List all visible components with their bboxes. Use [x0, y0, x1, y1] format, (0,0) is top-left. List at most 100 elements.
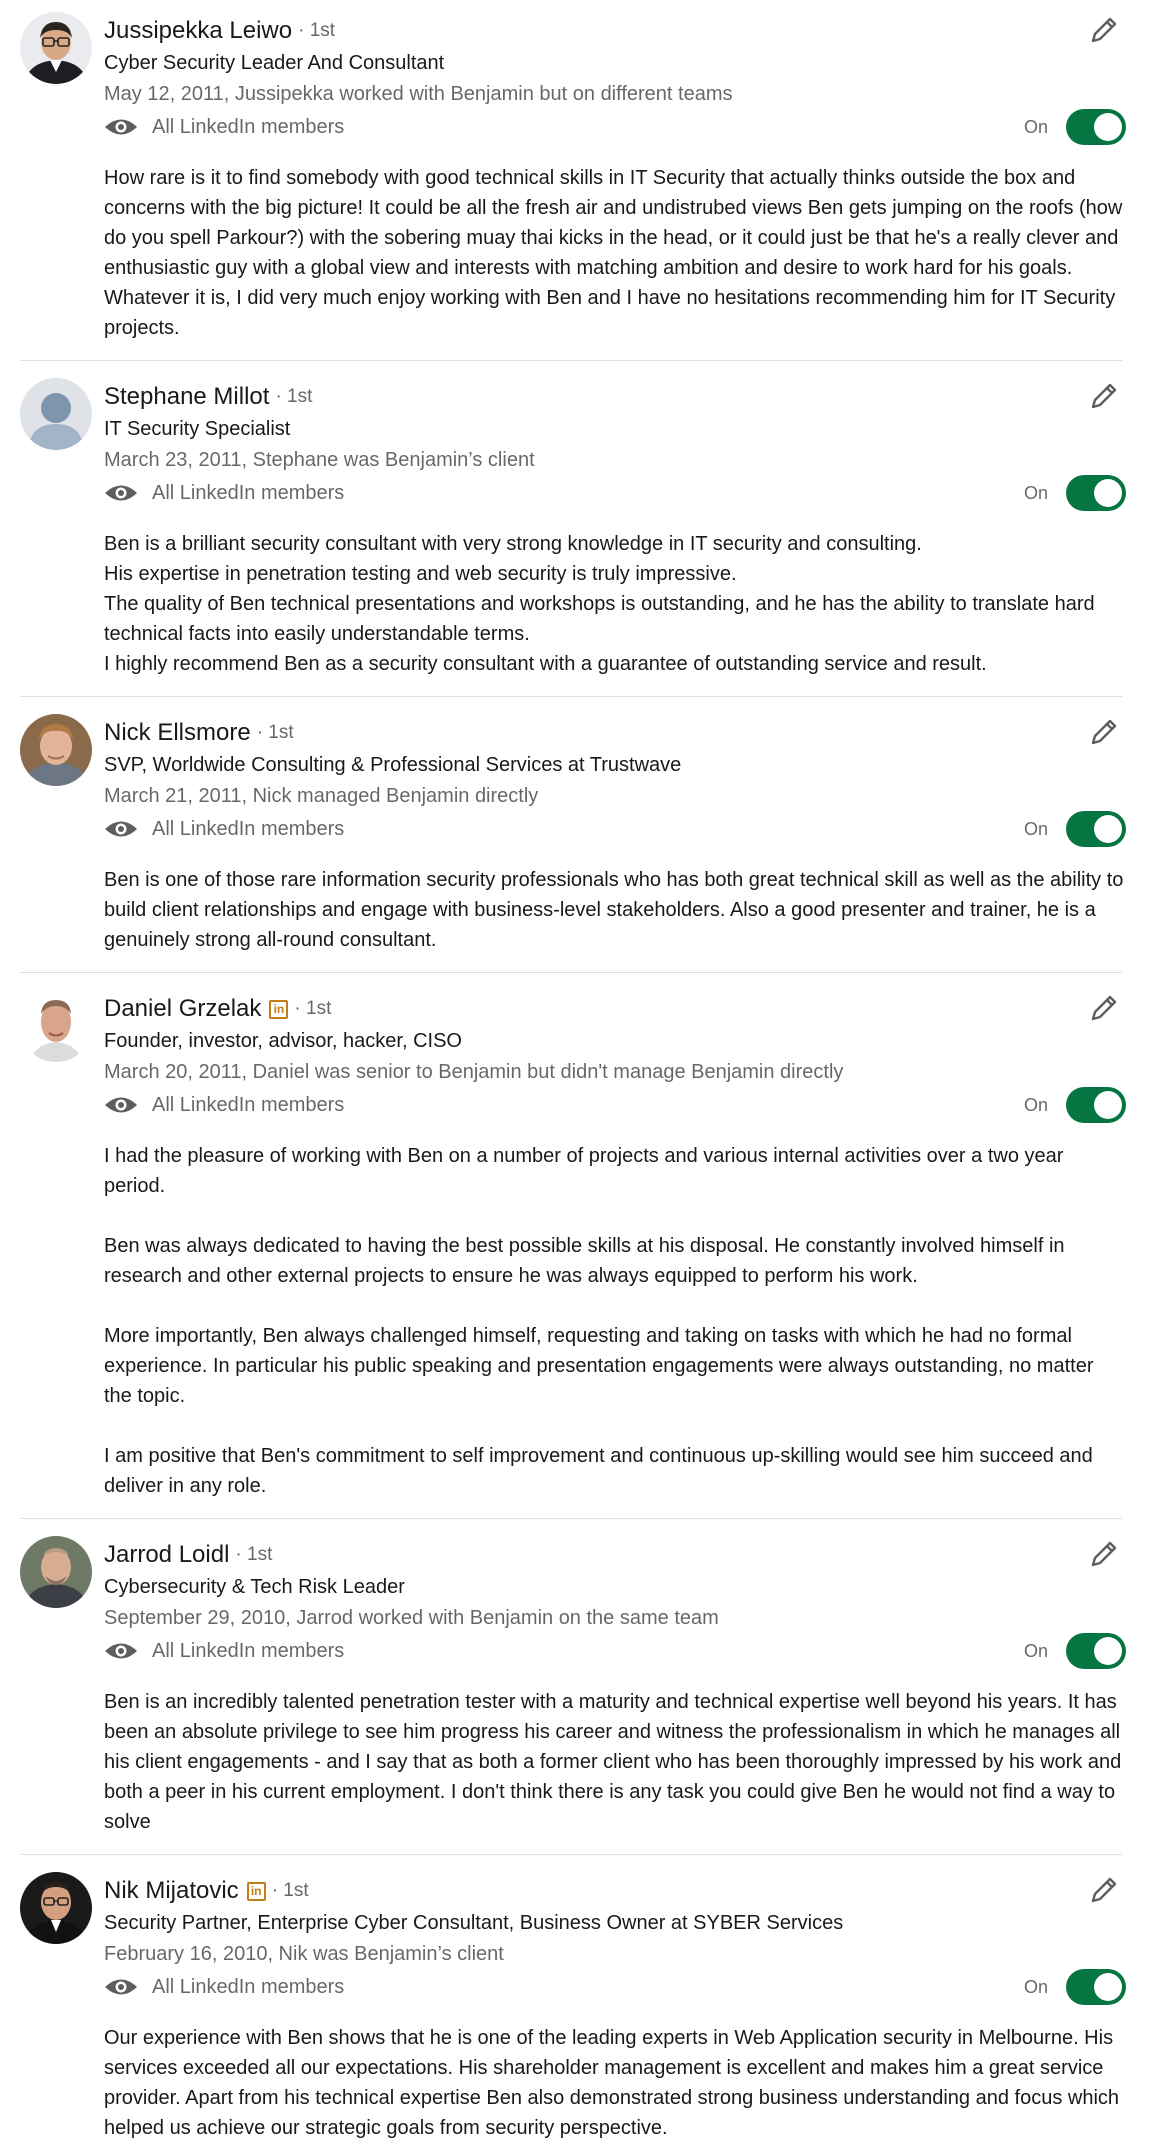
- visibility-toggle-row: On: [1024, 1968, 1127, 2006]
- visibility-toggle[interactable]: [1066, 109, 1127, 145]
- divider: [20, 360, 1122, 361]
- edit-button[interactable]: [1086, 990, 1122, 1026]
- pencil-icon: [1091, 995, 1117, 1021]
- recommender-name[interactable]: Nik Mijatovic: [104, 1877, 239, 1905]
- name-row: Stephane Millot · 1st: [104, 380, 312, 414]
- visibility-toggle[interactable]: [1066, 1087, 1127, 1123]
- pencil-icon: [1091, 1877, 1117, 1903]
- toggle-label: On: [1024, 1640, 1049, 1661]
- visibility-row: All LinkedIn members: [104, 1634, 344, 1668]
- name-row: Jarrod Loidl · 1st: [104, 1538, 272, 1572]
- divider: [20, 1518, 1122, 1519]
- eye-icon: [105, 485, 137, 501]
- toggle-knob: [1094, 1637, 1123, 1665]
- visibility-toggle[interactable]: [1066, 475, 1127, 511]
- eye-icon: [105, 119, 137, 135]
- recommendation-text: Our experience with Ben shows that he is…: [104, 2027, 1120, 2139]
- recommender-name[interactable]: Jarrod Loidl: [104, 1541, 229, 1569]
- name-row: Nick Ellsmore · 1st: [104, 716, 294, 750]
- visibility-text: All LinkedIn members: [152, 1975, 345, 1998]
- name-row: Nik Mijatovic in · 1st: [104, 1874, 309, 1908]
- toggle-label: On: [1024, 818, 1049, 839]
- eye-icon: [105, 1097, 137, 1113]
- eye-icon: [105, 1979, 137, 1995]
- connection-degree: · 1st: [298, 20, 336, 41]
- recommender-headline: Cybersecurity & Tech Risk Leader: [104, 1576, 405, 1598]
- name-row: Daniel Grzelak in · 1st: [104, 992, 331, 1026]
- recommendation-text: Ben is an incredibly talented penetratio…: [104, 1691, 1122, 1833]
- recommender-headline: Security Partner, Enterprise Cyber Consu…: [104, 1912, 844, 1934]
- recommendation-text: How rare is it to find somebody with goo…: [104, 167, 1123, 339]
- recommendation-text: I had the pleasure of working with Ben o…: [104, 1145, 1094, 1497]
- visibility-text: All LinkedIn members: [152, 817, 345, 840]
- recommender-headline: Founder, investor, advisor, hacker, CISO: [104, 1030, 462, 1052]
- pencil-icon: [1091, 17, 1117, 43]
- avatar[interactable]: [20, 990, 92, 1062]
- visibility-text: All LinkedIn members: [152, 1639, 345, 1662]
- visibility-text: All LinkedIn members: [152, 115, 345, 138]
- connection-degree: · 1st: [294, 998, 332, 1019]
- visibility-row: All LinkedIn members: [104, 476, 344, 510]
- toggle-knob: [1094, 479, 1123, 507]
- toggle-knob: [1094, 113, 1123, 141]
- recommendation-text: Ben is a brilliant security consultant w…: [104, 533, 1095, 675]
- recommender-headline: SVP, Worldwide Consulting & Professional…: [104, 754, 682, 776]
- edit-button[interactable]: [1086, 12, 1122, 48]
- visibility-toggle-row: On: [1024, 1632, 1127, 1670]
- relationship-text: February 16, 2010, Nik was Benjamin’s cl…: [104, 1943, 504, 1965]
- visibility-toggle-row: On: [1024, 810, 1127, 848]
- name-row: Jussipekka Leiwo · 1st: [104, 14, 335, 48]
- avatar[interactable]: [20, 1872, 92, 1944]
- connection-degree: · 1st: [256, 722, 294, 743]
- connection-degree: · 1st: [235, 1544, 273, 1565]
- eye-icon: [105, 821, 137, 837]
- recommender-name[interactable]: Stephane Millot: [104, 383, 269, 411]
- relationship-text: March 23, 2011, Stephane was Benjamin’s …: [104, 449, 535, 471]
- recommendation-text: Ben is one of those rare information sec…: [104, 869, 1124, 951]
- pencil-icon: [1091, 1541, 1117, 1567]
- pencil-icon: [1091, 383, 1117, 409]
- recommender-name[interactable]: Jussipekka Leiwo: [104, 17, 292, 45]
- premium-badge-icon: in: [246, 1881, 266, 1901]
- edit-button[interactable]: [1086, 378, 1122, 414]
- eye-icon: [105, 1643, 137, 1659]
- visibility-toggle-row: On: [1024, 1086, 1127, 1124]
- recommender-headline: IT Security Specialist: [104, 418, 291, 440]
- premium-badge-icon: in: [269, 999, 289, 1019]
- relationship-text: May 12, 2011, Jussipekka worked with Ben…: [104, 83, 733, 105]
- relationship-text: March 21, 2011, Nick managed Benjamin di…: [104, 785, 539, 807]
- avatar[interactable]: [20, 714, 92, 786]
- visibility-row: All LinkedIn members: [104, 1088, 344, 1122]
- relationship-text: March 20, 2011, Daniel was senior to Ben…: [104, 1061, 844, 1083]
- relationship-text: September 29, 2010, Jarrod worked with B…: [104, 1607, 719, 1629]
- visibility-row: All LinkedIn members: [104, 1970, 344, 2004]
- avatar[interactable]: [20, 1536, 92, 1608]
- recommender-name[interactable]: Daniel Grzelak: [104, 995, 261, 1023]
- edit-button[interactable]: [1086, 1872, 1122, 1908]
- visibility-text: All LinkedIn members: [152, 481, 345, 504]
- toggle-label: On: [1024, 482, 1049, 503]
- visibility-toggle[interactable]: [1066, 1969, 1127, 2005]
- visibility-text: All LinkedIn members: [152, 1093, 345, 1116]
- toggle-label: On: [1024, 1094, 1049, 1115]
- recommender-headline: Cyber Security Leader And Consultant: [104, 52, 445, 74]
- toggle-knob: [1094, 815, 1123, 843]
- edit-button[interactable]: [1086, 1536, 1122, 1572]
- divider: [20, 696, 1122, 697]
- visibility-row: All LinkedIn members: [104, 110, 344, 144]
- visibility-toggle[interactable]: [1066, 1633, 1127, 1669]
- visibility-toggle-row: On: [1024, 108, 1127, 146]
- connection-degree: · 1st: [271, 1880, 309, 1901]
- pencil-icon: [1091, 719, 1117, 745]
- visibility-toggle[interactable]: [1066, 811, 1127, 847]
- divider: [20, 972, 1122, 973]
- avatar[interactable]: [20, 12, 92, 84]
- avatar[interactable]: [20, 378, 92, 450]
- toggle-knob: [1094, 1091, 1123, 1119]
- visibility-row: All LinkedIn members: [104, 812, 344, 846]
- recommender-name[interactable]: Nick Ellsmore: [104, 719, 251, 747]
- toggle-knob: [1094, 1973, 1123, 2001]
- toggle-label: On: [1024, 1976, 1049, 1997]
- edit-button[interactable]: [1086, 714, 1122, 750]
- connection-degree: · 1st: [275, 386, 313, 407]
